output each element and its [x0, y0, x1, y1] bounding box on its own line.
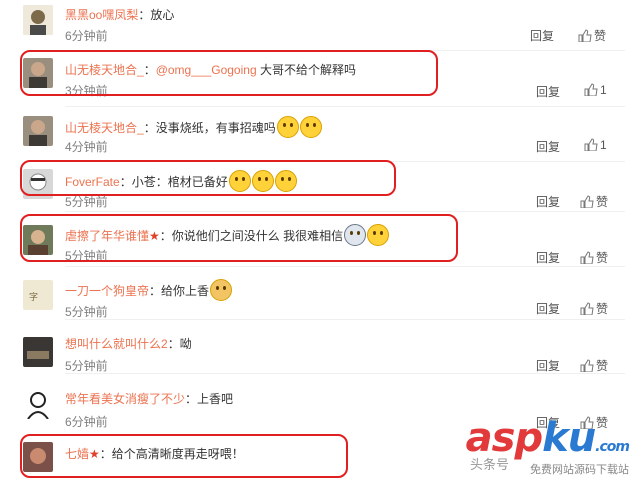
timestamp: 5分钟前 [65, 195, 108, 209]
reply-button[interactable]: 回复 [536, 138, 560, 155]
thumbs-up-icon [580, 359, 594, 373]
thumbs-up-icon [578, 29, 592, 43]
like-button[interactable]: 1 [584, 138, 607, 152]
like-label: 赞 [596, 302, 609, 316]
username[interactable]: 山无棱天地合_ [65, 121, 144, 135]
avatar[interactable] [23, 116, 53, 146]
comment-text: ：呦 [167, 337, 192, 351]
like-button[interactable]: 赞 [580, 193, 608, 210]
husky-emoji-icon [344, 224, 367, 246]
comment-text: ：上香吧 [185, 392, 234, 406]
like-button[interactable]: 赞 [580, 357, 608, 374]
timestamp: 3分钟前 [65, 84, 108, 98]
thumbs-up-icon [580, 302, 594, 316]
thumbs-up-icon [580, 416, 594, 430]
comment-item: 山无棱天地合_：没事烧纸，有事招魂吗 4分钟前 回复 1 [0, 107, 639, 162]
vip-star-icon: ★ [149, 229, 160, 243]
thumbs-up-icon [584, 138, 598, 152]
thumbs-up-icon [580, 195, 594, 209]
thumbs-up-icon [580, 251, 594, 265]
reply-button[interactable]: 回复 [530, 27, 554, 44]
comment-text: ：给你上香 [149, 284, 210, 298]
avatar[interactable] [23, 58, 53, 88]
like-button[interactable]: 赞 [580, 249, 608, 266]
like-label: 赞 [596, 251, 609, 265]
reply-button[interactable]: 回复 [536, 357, 560, 374]
shy-emoji-icon [367, 224, 390, 246]
avatar[interactable] [23, 337, 53, 367]
like-button[interactable]: 1 [584, 83, 607, 97]
mention-link[interactable]: @omg___Gogoing [156, 63, 257, 77]
username[interactable]: 一刀一个狗皇帝 [65, 284, 149, 298]
avatar[interactable] [23, 225, 53, 255]
username[interactable]: 想叫什么就叫什么2 [65, 337, 168, 351]
divider [65, 50, 625, 51]
like-count: 1 [600, 83, 607, 97]
comment-item: 七嫱★：给个高清晰度再走呀喂！ [0, 430, 639, 483]
like-label: 赞 [596, 195, 609, 209]
toutiao-watermark: 头条号 [470, 457, 510, 472]
laughing-emoji-icon [299, 116, 322, 138]
like-label: 赞 [594, 29, 607, 43]
comment-item: FoverFate：小苍：棺材已备好 5分钟前 回复 赞 [0, 162, 639, 212]
comment-text: ：放心 [138, 8, 175, 22]
svg-text:字: 字 [29, 291, 38, 303]
timestamp: 5分钟前 [65, 305, 108, 319]
like-button[interactable]: 赞 [580, 300, 608, 317]
doge-emoji-icon [210, 279, 233, 301]
smile-emoji-icon [251, 170, 274, 192]
like-button[interactable]: 赞 [580, 414, 608, 431]
thumbs-up-icon [584, 83, 598, 97]
comment-item: 黑黑oo嘿凤梨：放心 6分钟前 回复 赞 [0, 0, 639, 52]
smile-emoji-icon [274, 170, 297, 192]
username[interactable]: 七嫱 [65, 447, 89, 461]
timestamp: 6分钟前 [65, 415, 108, 429]
like-count: 1 [600, 138, 607, 152]
comment-text: 大哥不给个解释吗 [256, 63, 356, 77]
reply-button[interactable]: 回复 [536, 249, 560, 266]
like-label: 赞 [596, 359, 609, 373]
username[interactable]: 山无棱天地合_ [65, 63, 144, 77]
like-label: 赞 [596, 416, 609, 430]
like-button[interactable]: 赞 [578, 27, 606, 44]
username[interactable]: 黑黑oo嘿凤梨 [65, 8, 138, 22]
comment-item: 山无棱天地合_：@omg___Gogoing 大哥不给个解释吗 3分钟前 回复 … [0, 52, 639, 107]
comment-item: 常年看美女消瘦了不少：上香吧 6分钟前 回复 赞 [0, 374, 639, 430]
comment-text: ：给个高清晰度再走呀喂！ [99, 447, 244, 461]
avatar[interactable] [23, 5, 53, 35]
comment-item: 虐擦了年华谁懂★：你说他们之间没什么 我很难相信 5分钟前 回复 赞 [0, 212, 639, 267]
timestamp: 5分钟前 [65, 359, 108, 373]
username[interactable]: 虐擦了年华谁懂 [65, 229, 149, 243]
avatar[interactable] [23, 389, 53, 419]
avatar[interactable]: 字 [23, 280, 53, 310]
avatar[interactable] [23, 442, 53, 472]
username[interactable]: 常年看美女消瘦了不少 [65, 392, 185, 406]
vip-star-icon: ★ [89, 447, 100, 461]
timestamp: 4分钟前 [65, 140, 108, 154]
reply-button[interactable]: 回复 [536, 300, 560, 317]
reply-button[interactable]: 回复 [536, 83, 560, 100]
comment-text: ：没事烧纸，有事招魂吗 [143, 121, 276, 135]
avatar[interactable] [23, 169, 53, 199]
separator: ： [143, 63, 156, 77]
reply-button[interactable]: 回复 [536, 193, 560, 210]
username[interactable]: FoverFate [65, 175, 120, 189]
timestamp: 5分钟前 [65, 249, 108, 263]
laughing-emoji-icon [276, 116, 299, 138]
comment-text: ：小苍：棺材已备好 [119, 175, 228, 189]
comment-item: 字 一刀一个狗皇帝：给你上香 5分钟前 回复 赞 [0, 267, 639, 320]
timestamp: 6分钟前 [65, 29, 108, 43]
reply-button[interactable]: 回复 [536, 414, 560, 431]
comment-text: ：你说他们之间没什么 我很难相信 [159, 229, 344, 243]
comment-item: 想叫什么就叫什么2：呦 5分钟前 回复 赞 [0, 320, 639, 374]
smile-emoji-icon [228, 170, 251, 192]
